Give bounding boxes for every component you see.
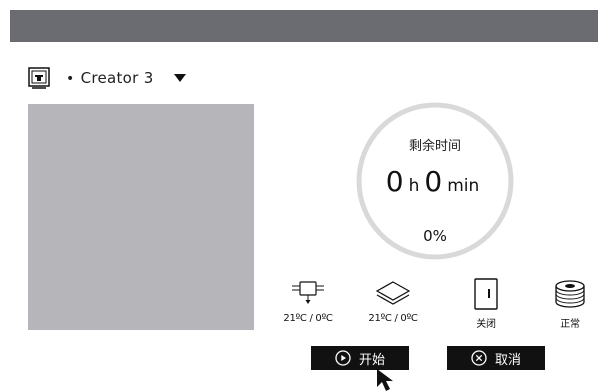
bed-status: 21ºC / 0ºC [362,278,424,324]
extruder-icon [292,281,324,304]
status-dot: • [66,71,75,87]
printer-name: • Creator 3 [66,69,154,87]
remaining-time-label: 剩余时间 [408,139,461,154]
minutes-value: 0 [424,165,443,198]
remaining-time: 0 h 0 min [355,165,515,198]
door-status: 关闭 [455,278,517,330]
mouse-cursor-icon [377,369,393,391]
cancel-button[interactable]: 取消 [447,346,545,370]
hours-unit: h [408,176,420,196]
progress-percent: 0% [423,227,447,245]
extruder-temp: 21ºC / 0ºC [283,313,333,324]
progress-ring: 剩余时间 0 h 0 min 0% [355,101,515,261]
start-button[interactable]: 开始 [311,346,409,370]
layers-icon [375,281,411,305]
filament-state: 正常 [560,319,580,330]
filament-status: 正常 [539,278,598,330]
printer-name-text: Creator 3 [80,69,154,87]
printer-icon [28,67,50,89]
chevron-down-icon[interactable] [173,74,186,82]
minutes-unit: min [447,176,480,196]
door-state: 关闭 [476,319,496,330]
play-icon [335,350,351,366]
model-preview [28,104,254,330]
printer-selector[interactable]: • Creator 3 [28,66,186,90]
door-icon [474,278,498,310]
bed-temp: 21ºC / 0ºC [368,313,418,324]
extruder-status: 21ºC / 0ºC [277,278,339,324]
hours-value: 0 [385,165,404,198]
start-label: 开始 [358,352,385,368]
close-icon [471,350,487,366]
filament-spool-icon [555,280,585,308]
title-bar [10,10,598,42]
cancel-label: 取消 [494,352,521,368]
